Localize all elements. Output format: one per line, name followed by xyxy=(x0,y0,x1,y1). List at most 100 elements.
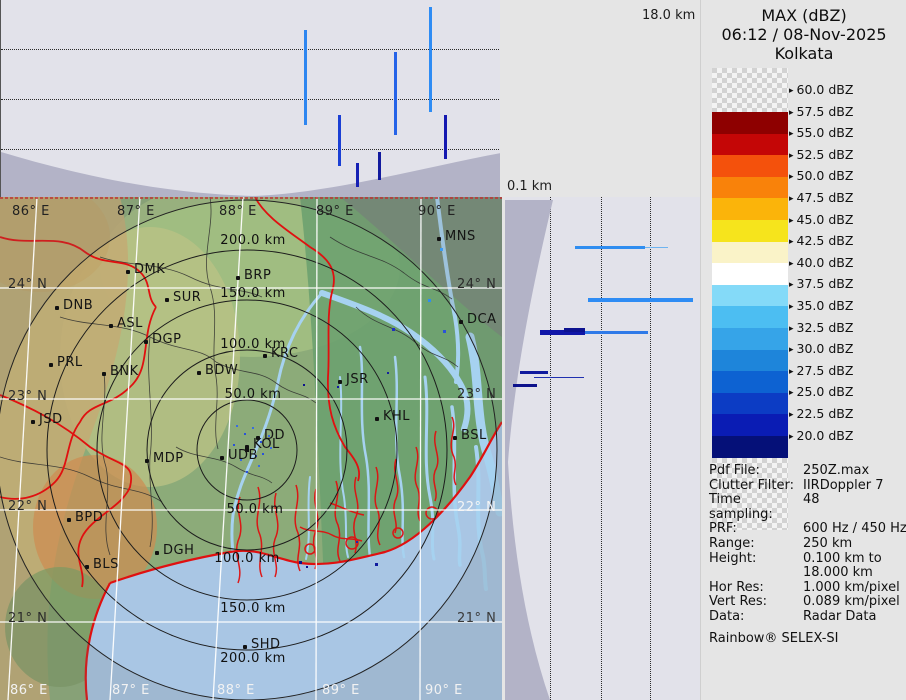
geo-label: 22° N xyxy=(457,500,496,515)
dbz-band xyxy=(712,112,788,134)
dbz-band xyxy=(712,414,788,436)
dbz-scale-label: ▸50.0 dBZ xyxy=(789,168,853,183)
metadata-row: Height:0.100 km to xyxy=(709,552,906,567)
dbz-scale-label: ▸52.5 dBZ xyxy=(789,147,853,162)
dbz-band xyxy=(712,263,788,285)
city-label-BDW: BDW xyxy=(205,363,238,378)
geo-label: 87° E xyxy=(112,683,150,698)
dbz-scale-label: ▸45.0 dBZ xyxy=(789,212,853,227)
geo-label: 87° E xyxy=(117,204,155,219)
city-label-JSD: JSD xyxy=(39,412,63,427)
city-dot-KHL xyxy=(375,417,379,421)
city-label-PRL: PRL xyxy=(57,355,83,370)
geo-label: 23° N xyxy=(8,389,47,404)
city-dot-MNS xyxy=(437,237,441,241)
echo-height-bar xyxy=(378,152,381,180)
echo-height-bar xyxy=(564,328,585,332)
dbz-scale-label: ▸47.5 dBZ xyxy=(789,190,853,205)
geo-label: 22° N xyxy=(8,499,47,514)
dbz-scale-label: ▸35.0 dBZ xyxy=(789,298,853,313)
radar-echo xyxy=(233,444,235,446)
dbz-band xyxy=(712,220,788,242)
radar-app-window: { "header": { "product": "MAX (dBZ)", "d… xyxy=(0,0,906,700)
top-height-profile-panel xyxy=(0,0,501,197)
city-label-BPD: BPD xyxy=(75,510,103,525)
geo-label: 88° E xyxy=(217,683,255,698)
city-label-DGH: DGH xyxy=(163,543,194,558)
dbz-scale-label: ▸25.0 dBZ xyxy=(789,384,853,399)
city-label-MDP: MDP xyxy=(153,451,184,466)
right-panel-beam-blind-zone xyxy=(505,197,700,700)
echo-height-bar xyxy=(534,377,584,378)
dbz-scale-label: ▸55.0 dBZ xyxy=(789,125,853,140)
echo-height-bar xyxy=(338,115,341,166)
city-dot-MDP xyxy=(145,459,149,463)
city-dot-BDW xyxy=(197,371,201,375)
geo-label: 86° E xyxy=(12,204,50,219)
geo-label: 90° E xyxy=(425,683,463,698)
radar-echo xyxy=(387,372,389,374)
city-dot-DGP xyxy=(144,340,148,344)
echo-height-bar xyxy=(429,7,432,112)
city-dot-JSD xyxy=(31,420,35,424)
city-label-KHL: KHL xyxy=(383,409,410,424)
range-ring-label: 50.0 km xyxy=(225,387,282,402)
metadata-row: Data:Radar Data xyxy=(709,610,906,625)
right-height-profile-panel xyxy=(505,197,700,700)
metadata-row: PRF:600 Hz / 450 Hz xyxy=(709,522,906,537)
height-axis-min-label: 0.1 km xyxy=(507,179,552,194)
dbz-band xyxy=(712,177,788,199)
city-dot-KRC xyxy=(263,354,267,358)
city-dot-UDB xyxy=(220,456,224,460)
radar-echo xyxy=(246,471,248,473)
dbz-band xyxy=(712,306,788,328)
city-dot-BLS xyxy=(85,565,89,569)
metadata-row: 18.000 km xyxy=(709,566,906,581)
city-label-DMK: DMK xyxy=(134,262,165,277)
radar-echo xyxy=(392,328,395,331)
radar-echo xyxy=(262,453,264,455)
radar-echo xyxy=(375,563,378,566)
dbz-band xyxy=(712,198,788,220)
city-dot-DCA xyxy=(459,320,463,324)
city-label-SUR: SUR xyxy=(173,290,201,305)
range-ring-label: 200.0 km xyxy=(220,233,286,248)
city-label-BNK: BNK xyxy=(110,364,139,379)
metadata-row: Hor Res:1.000 km/pixel xyxy=(709,581,906,596)
legend-panel: MAX (dBZ) 06:12 / 08-Nov-2025 Kolkata ▸6… xyxy=(700,0,906,700)
echo-height-bar xyxy=(575,246,645,249)
echo-height-bar xyxy=(645,247,668,248)
echo-height-bar xyxy=(520,371,548,374)
geo-label: 21° N xyxy=(457,611,496,626)
metadata-row: Clutter Filter:IIRDoppler 7 xyxy=(709,479,906,494)
dbz-scale-label: ▸22.5 dBZ xyxy=(789,406,853,421)
city-label-DCA: DCA xyxy=(467,312,496,327)
height-axis-max-label: 18.0 km xyxy=(642,8,695,23)
city-label-ASL: ASL xyxy=(117,316,143,331)
city-label-BLS: BLS xyxy=(93,557,119,572)
echo-height-bar xyxy=(304,30,307,125)
range-ring-label: 100.0 km xyxy=(214,551,280,566)
geo-label: 23° N xyxy=(457,387,496,402)
dbz-scale-label: ▸30.0 dBZ xyxy=(789,341,853,356)
dbz-band xyxy=(712,242,788,264)
dbz-scale-label: ▸60.0 dBZ xyxy=(789,82,853,97)
radar-echo xyxy=(428,299,431,302)
city-label-SHD: SHD xyxy=(251,637,281,652)
dbz-scale-label: ▸40.0 dBZ xyxy=(789,255,853,270)
echo-height-bar xyxy=(585,331,648,334)
echo-height-bar xyxy=(588,298,693,302)
range-ring-label: 200.0 km xyxy=(220,651,286,666)
city-dot-JSR xyxy=(338,380,342,384)
city-dot-SUR xyxy=(165,298,169,302)
city-label-MNS: MNS xyxy=(445,229,476,244)
radar-echo xyxy=(440,248,443,251)
city-label-DNB: DNB xyxy=(63,298,93,313)
software-brand: Rainbow® SELEX-SI xyxy=(709,631,906,646)
metadata-row: Pdf File:250Z.max xyxy=(709,464,906,479)
range-ring-label: 150.0 km xyxy=(220,286,286,301)
dbz-scale-label: ▸27.5 dBZ xyxy=(789,363,853,378)
range-ring-label: 150.0 km xyxy=(220,601,286,616)
geo-label: 89° E xyxy=(316,204,354,219)
city-dot-DGH xyxy=(155,551,159,555)
